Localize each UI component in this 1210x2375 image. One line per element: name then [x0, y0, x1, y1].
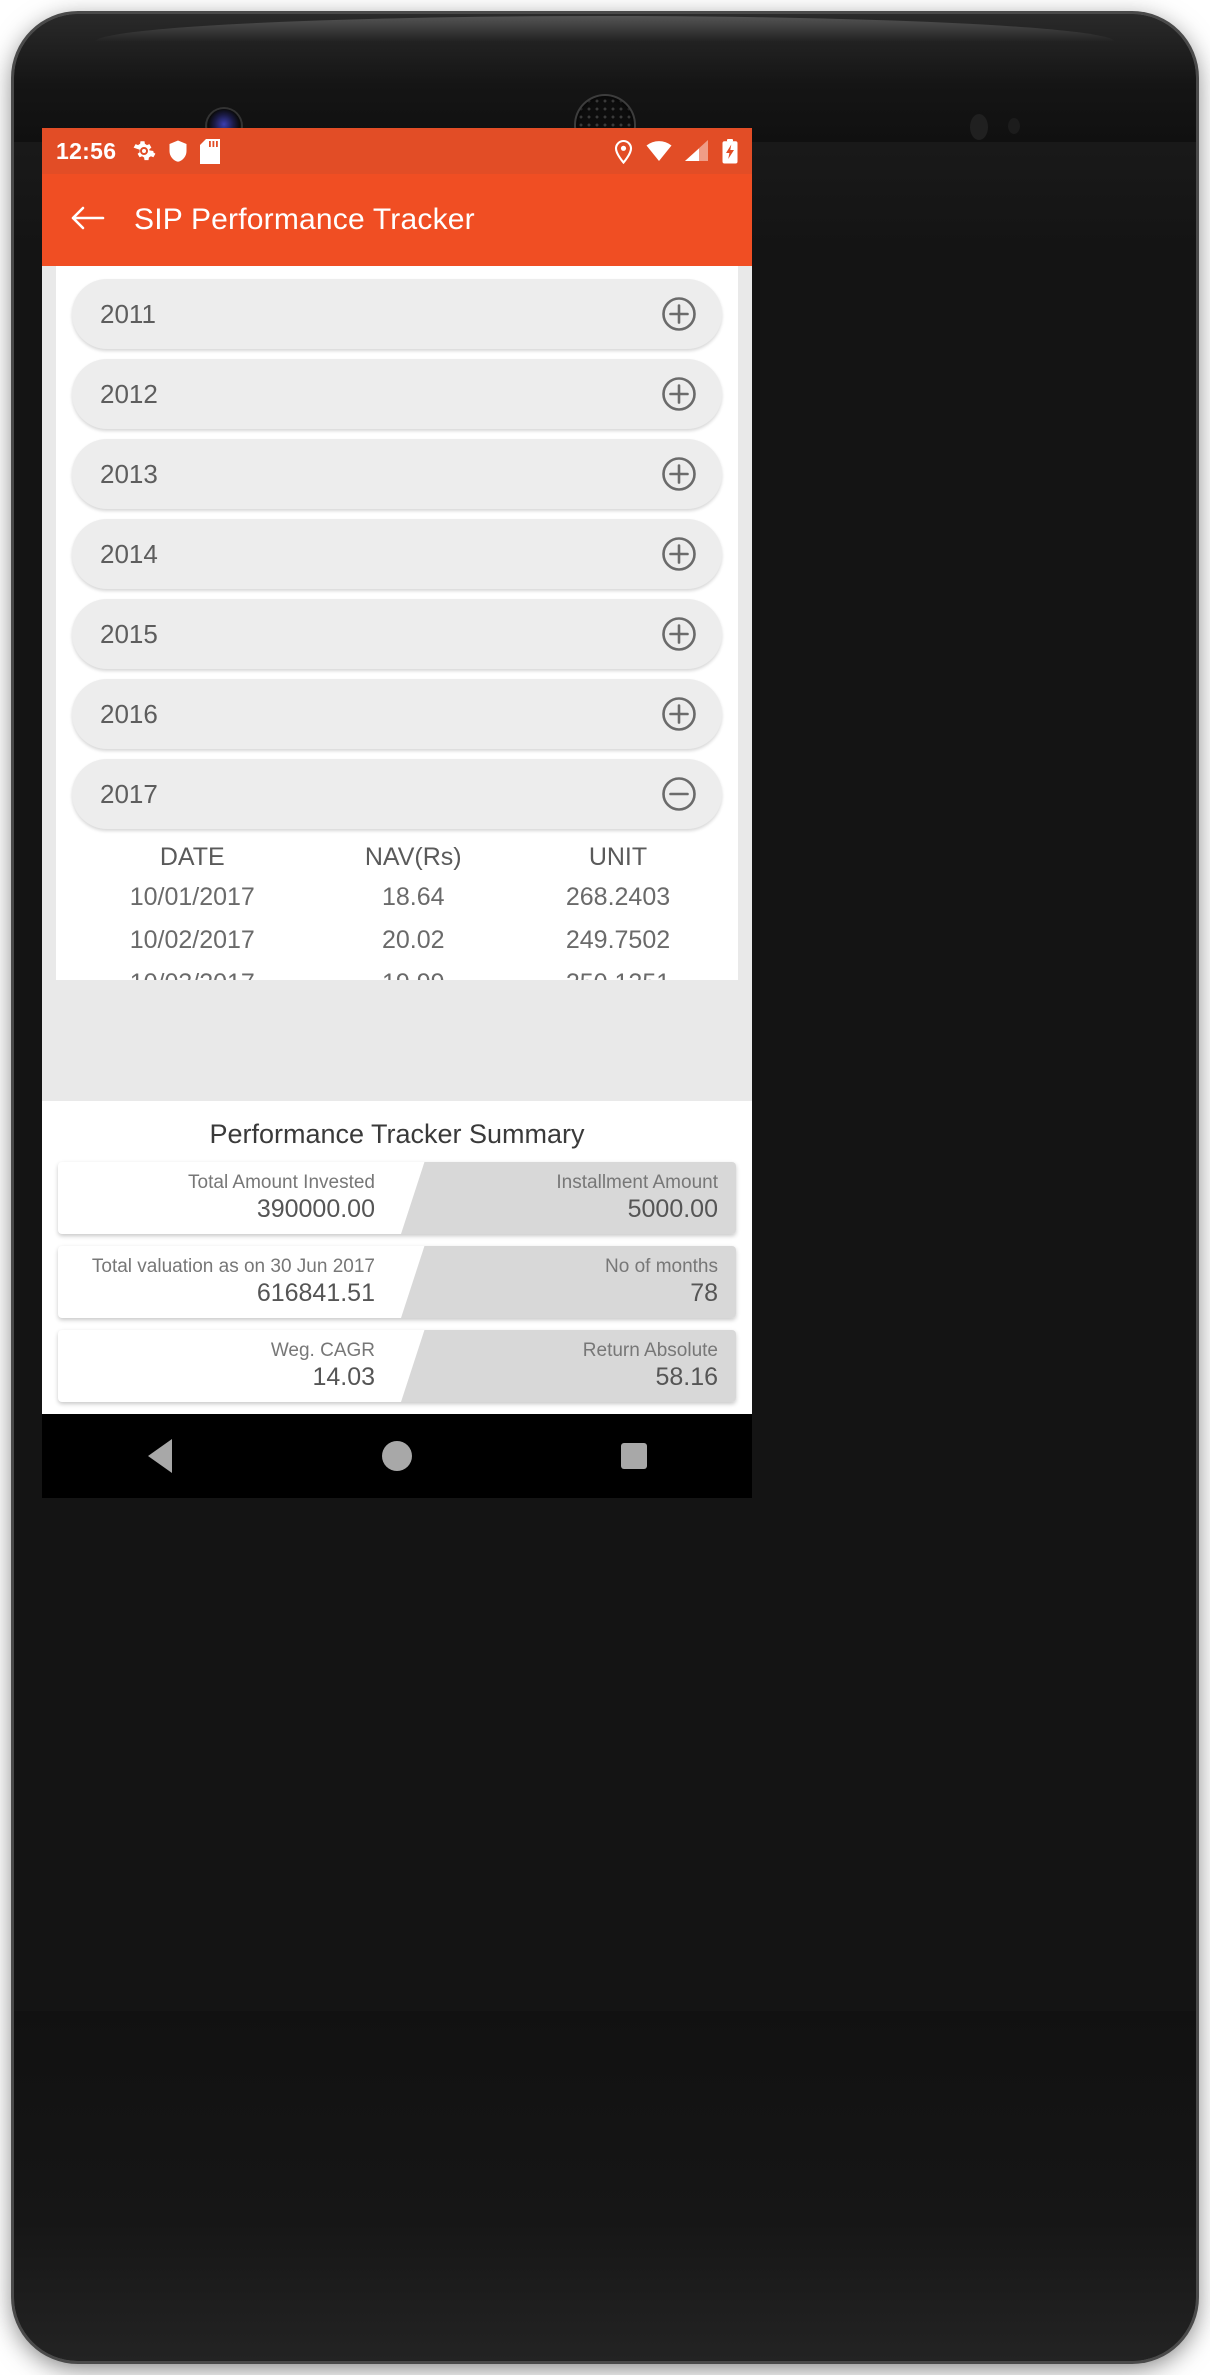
- table-body: 10/01/2017 18.64 268.2403 10/02/2017 20.…: [72, 876, 722, 980]
- nav-back-button[interactable]: [128, 1424, 192, 1488]
- summary-value: 14.03: [312, 1362, 375, 1391]
- summary-label: Weg. CAGR: [270, 1340, 375, 1362]
- plus-circle-icon[interactable]: [658, 533, 700, 575]
- year-accordion-list: 2011 2012 2013 2014 2015 2016 2017 DATE …: [56, 266, 738, 980]
- arrow-left-icon: [71, 204, 105, 237]
- nav-home-icon: [381, 1441, 412, 1471]
- cell-nav: 20.02: [381, 926, 445, 954]
- status-bar: 12:56: [42, 128, 752, 174]
- phone-screen: 12:56 SIP Performance Tracker 2011 2012 …: [42, 128, 752, 1414]
- wifi-icon: [646, 140, 672, 162]
- summary-right-half: No of months 78: [401, 1246, 736, 1318]
- status-bar-right-icons: [614, 138, 738, 164]
- summary-left-half: Total Amount Invested 390000.00: [58, 1162, 401, 1234]
- year-row-2015[interactable]: 2015: [72, 599, 722, 669]
- bezel-highlight: [95, 16, 1115, 42]
- cell-nav: 18.64: [381, 883, 445, 911]
- summary-label: No of months: [605, 1256, 718, 1278]
- content-area[interactable]: 2011 2012 2013 2014 2015 2016 2017 DATE …: [42, 266, 752, 1414]
- gear-icon: [132, 139, 156, 163]
- plus-circle-icon[interactable]: [658, 613, 700, 655]
- plus-circle-icon[interactable]: [658, 453, 700, 495]
- cell-nav: 19.99: [313, 969, 515, 980]
- year-row-2013[interactable]: 2013: [72, 439, 722, 509]
- column-header-nav: NAV(Rs): [364, 843, 462, 871]
- android-navigation-bar: [42, 1414, 752, 1498]
- year-label: 2015: [100, 618, 158, 649]
- summary-value: 78: [690, 1278, 718, 1307]
- nav-table: DATE NAV(Rs) UNIT 10/01/2017 18.64 268.2…: [72, 839, 722, 980]
- column-header-date: DATE: [159, 843, 225, 871]
- year-label: 2011: [100, 298, 156, 329]
- summary-card: Total valuation as on 30 Jun 2017 616841…: [58, 1246, 736, 1318]
- summary-label: Total valuation as on 30 Jun 2017: [91, 1256, 375, 1278]
- summary-card: Total Amount Invested 390000.00 Installm…: [58, 1162, 736, 1234]
- table-row: 10/03/2017 19.99 250.1251: [72, 962, 722, 980]
- cell-date: 10/01/2017: [129, 883, 255, 911]
- battery-charging-icon: [722, 138, 738, 164]
- summary-right-half: Installment Amount 5000.00: [401, 1162, 736, 1234]
- summary-section: Performance Tracker Summary Total Amount…: [42, 1101, 752, 1414]
- plus-circle-icon[interactable]: [658, 293, 700, 335]
- device-top-bezel: [14, 14, 1196, 154]
- nav-recents-icon: [620, 1443, 647, 1469]
- summary-label: Total Amount Invested: [188, 1172, 375, 1194]
- nav-recents-button[interactable]: [602, 1424, 666, 1488]
- cell-date: 10/03/2017: [72, 969, 313, 980]
- year-label: 2016: [100, 698, 158, 729]
- summary-value: 58.16: [655, 1362, 718, 1391]
- year-label: 2012: [100, 378, 158, 409]
- year-row-2012[interactable]: 2012: [72, 359, 722, 429]
- summary-value: 390000.00: [256, 1194, 375, 1223]
- cell-date: 10/02/2017: [129, 926, 255, 954]
- signal-icon: [685, 140, 709, 162]
- column-header-unit: UNIT: [588, 843, 648, 871]
- sd-card-icon: [200, 138, 221, 164]
- summary-value: 616841.51: [256, 1278, 375, 1307]
- app-bar: SIP Performance Tracker: [42, 174, 752, 266]
- year-row-2014[interactable]: 2014: [72, 519, 722, 589]
- summary-card: Weg. CAGR 14.03 Return Absolute 58.16: [58, 1330, 736, 1402]
- year-label: 2013: [100, 458, 158, 489]
- minus-circle-icon[interactable]: [658, 773, 700, 815]
- summary-left-half: Weg. CAGR 14.03: [58, 1330, 401, 1402]
- year-row-2017[interactable]: 2017: [72, 759, 722, 829]
- phone-device-frame: 12:56 SIP Performance Tracker 2011 2012 …: [14, 14, 1196, 2361]
- summary-value: 5000.00: [627, 1194, 718, 1223]
- page-title: SIP Performance Tracker: [134, 203, 475, 236]
- location-icon: [614, 139, 633, 164]
- back-button[interactable]: [64, 196, 112, 244]
- summary-label: Installment Amount: [556, 1172, 718, 1194]
- summary-left-half: Total valuation as on 30 Jun 2017 616841…: [58, 1246, 401, 1318]
- status-clock: 12:56: [56, 137, 117, 164]
- table-row: 10/02/2017 20.02 249.7502: [72, 919, 722, 962]
- plus-circle-icon[interactable]: [658, 693, 700, 735]
- nav-home-button[interactable]: [365, 1424, 429, 1488]
- cell-unit: 249.7502: [565, 926, 671, 954]
- summary-right-half: Return Absolute 58.16: [401, 1330, 736, 1402]
- cell-unit: 268.2403: [565, 883, 671, 911]
- summary-title: Performance Tracker Summary: [209, 1119, 585, 1149]
- table-row: 10/01/2017 18.64 268.2403: [72, 876, 722, 919]
- summary-label: Return Absolute: [582, 1340, 718, 1362]
- proximity-sensor-icon: [970, 114, 988, 140]
- device-bottom-bezel: [14, 2011, 1196, 2361]
- shield-icon: [168, 139, 188, 163]
- year-row-2016[interactable]: 2016: [72, 679, 722, 749]
- plus-circle-icon[interactable]: [658, 373, 700, 415]
- year-row-2011[interactable]: 2011: [72, 279, 722, 349]
- year-label: 2017: [100, 778, 158, 809]
- table-header-row: DATE NAV(Rs) UNIT: [72, 839, 722, 876]
- year-label: 2014: [100, 538, 158, 569]
- nav-back-icon: [148, 1439, 173, 1473]
- cell-unit: 250.1251: [514, 969, 722, 980]
- light-sensor-icon: [1008, 118, 1020, 134]
